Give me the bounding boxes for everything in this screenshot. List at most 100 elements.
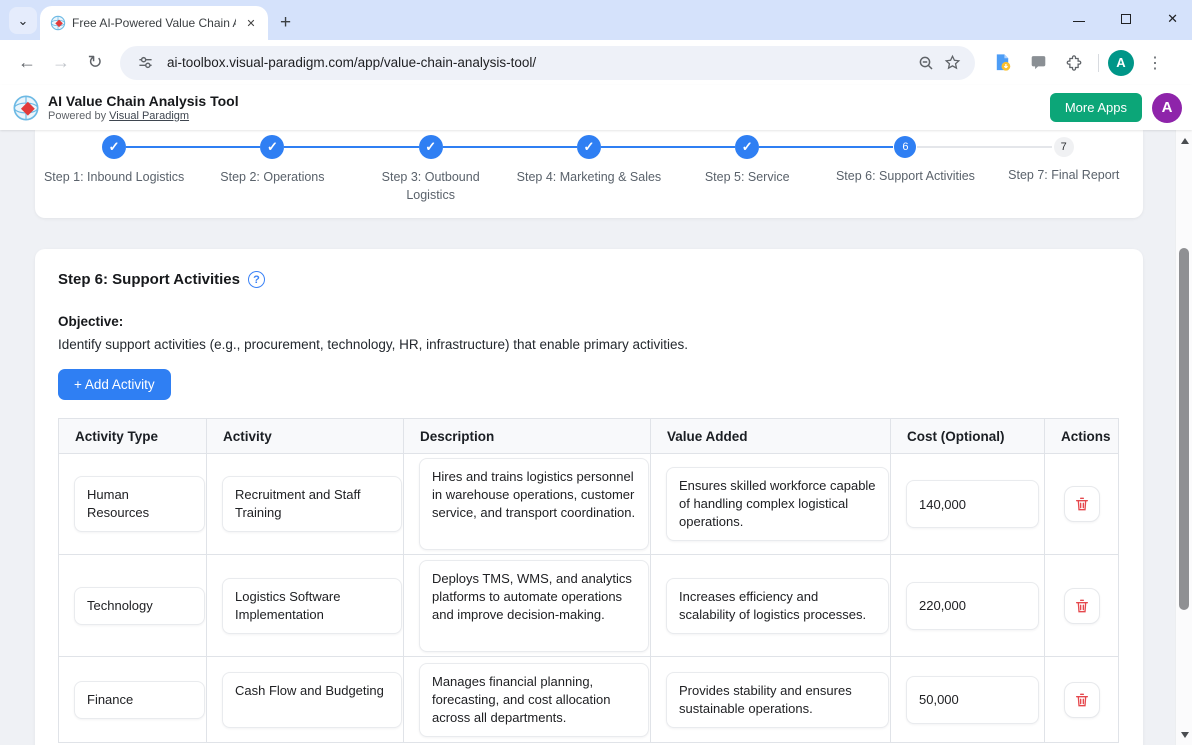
objective-label: Objective: bbox=[58, 314, 1120, 329]
step-label: Step 7: Final Report bbox=[1008, 167, 1119, 185]
more-apps-button[interactable]: More Apps bbox=[1050, 93, 1142, 122]
tab-strip: ⌄ Free AI-Powered Value Chain An ✕ + ✕ bbox=[0, 0, 1192, 40]
step-label: Step 3: Outbound Logistics bbox=[375, 169, 487, 204]
step-label: Step 5: Service bbox=[705, 169, 790, 187]
cost-input[interactable] bbox=[906, 582, 1039, 630]
page-title: AI Value Chain Analysis Tool bbox=[48, 93, 239, 109]
address-bar[interactable]: ai-toolbox.visual-paradigm.com/app/value… bbox=[120, 46, 975, 80]
forward-icon: → bbox=[44, 46, 78, 80]
step-label: Step 6: Support Activities bbox=[836, 168, 975, 186]
column-header-description: Description bbox=[404, 419, 651, 454]
app-header: AI Value Chain Analysis Tool Powered by … bbox=[0, 85, 1192, 130]
activity-input[interactable]: Cash Flow and Budgeting bbox=[222, 672, 402, 728]
activity-input[interactable]: Logistics Software Implementation bbox=[222, 578, 402, 634]
extensions-puzzle-icon[interactable] bbox=[1059, 48, 1089, 78]
table-header-row: Activity Type Activity Description Value… bbox=[59, 419, 1119, 454]
scrollbar-thumb[interactable] bbox=[1179, 248, 1189, 610]
step-label: Step 4: Marketing & Sales bbox=[517, 169, 662, 187]
section-heading: Step 6: Support Activities bbox=[58, 271, 240, 288]
tab-close-icon[interactable]: ✕ bbox=[242, 14, 260, 32]
description-input[interactable]: Manages financial planning, forecasting,… bbox=[419, 663, 649, 737]
step-6-card: Step 6: Support Activities ? Objective: … bbox=[35, 249, 1143, 745]
powered-by: Powered by Visual Paradigm bbox=[48, 110, 239, 122]
check-icon: ✓ bbox=[260, 135, 284, 159]
trash-icon bbox=[1074, 496, 1090, 512]
stepper-step-5[interactable]: ✓ Step 5: Service bbox=[668, 133, 826, 204]
activity-input[interactable]: Recruitment and Staff Training bbox=[222, 476, 402, 532]
activities-table: Activity Type Activity Description Value… bbox=[58, 418, 1119, 743]
user-avatar[interactable]: A bbox=[1152, 93, 1182, 123]
value-added-input[interactable]: Increases efficiency and scalability of … bbox=[666, 578, 889, 634]
add-activity-button[interactable]: + Add Activity bbox=[58, 369, 171, 400]
translate-download-extension-icon[interactable] bbox=[987, 48, 1017, 78]
value-added-input[interactable]: Ensures skilled workforce capable of han… bbox=[666, 467, 889, 541]
window-minimize-icon[interactable] bbox=[1073, 21, 1085, 22]
cost-input[interactable] bbox=[906, 676, 1039, 724]
toolbar-extensions-area: A ⋮ bbox=[987, 48, 1170, 78]
check-icon: ✓ bbox=[577, 135, 601, 159]
stepper-step-6-current[interactable]: 6 Step 6: Support Activities bbox=[826, 133, 984, 204]
step-label: Step 1: Inbound Logistics bbox=[44, 169, 184, 187]
delete-row-button[interactable] bbox=[1064, 588, 1100, 624]
comment-extension-icon[interactable] bbox=[1023, 48, 1053, 78]
help-icon[interactable]: ? bbox=[248, 271, 265, 288]
value-added-input[interactable]: Provides stability and ensures sustainab… bbox=[666, 672, 889, 728]
new-tab-button[interactable]: + bbox=[280, 12, 291, 34]
scroll-up-icon[interactable] bbox=[1176, 132, 1192, 149]
column-header-value-added: Value Added bbox=[651, 419, 891, 454]
activity-type-input[interactable]: Finance bbox=[74, 681, 205, 719]
toolbar-divider bbox=[1098, 54, 1099, 72]
activity-type-input[interactable]: Technology bbox=[74, 587, 205, 625]
table-row: Human Resources Recruitment and Staff Tr… bbox=[59, 454, 1119, 555]
trash-icon bbox=[1074, 598, 1090, 614]
delete-row-button[interactable] bbox=[1064, 682, 1100, 718]
window-controls: ✕ bbox=[1073, 12, 1178, 25]
visual-paradigm-favicon bbox=[50, 15, 66, 31]
back-icon[interactable]: ← bbox=[10, 46, 44, 80]
column-header-cost: Cost (Optional) bbox=[891, 419, 1045, 454]
stepper-step-7[interactable]: 7 Step 7: Final Report bbox=[985, 133, 1143, 204]
column-header-activity-type: Activity Type bbox=[59, 419, 207, 454]
scroll-down-icon[interactable] bbox=[1176, 726, 1192, 743]
step-label: Step 2: Operations bbox=[220, 169, 324, 187]
stepper-step-1[interactable]: ✓ Step 1: Inbound Logistics bbox=[35, 133, 193, 204]
objective-text: Identify support activities (e.g., procu… bbox=[58, 337, 1120, 352]
zoom-out-icon[interactable] bbox=[913, 50, 939, 76]
table-row: Technology Logistics Software Implementa… bbox=[59, 555, 1119, 657]
check-icon: ✓ bbox=[102, 135, 126, 159]
site-settings-icon[interactable] bbox=[132, 50, 158, 76]
stepper-card: ✓ Step 1: Inbound Logistics ✓ Step 2: Op… bbox=[35, 130, 1143, 218]
browser-menu-icon[interactable]: ⋮ bbox=[1140, 48, 1170, 78]
visual-paradigm-logo bbox=[12, 94, 40, 122]
column-header-actions: Actions bbox=[1045, 419, 1119, 454]
bookmark-star-icon[interactable] bbox=[939, 50, 965, 76]
tab-search-button[interactable]: ⌄ bbox=[9, 7, 37, 34]
check-icon: ✓ bbox=[419, 135, 443, 159]
stepper-step-4[interactable]: ✓ Step 4: Marketing & Sales bbox=[510, 133, 668, 204]
tab-title: Free AI-Powered Value Chain An bbox=[72, 16, 236, 30]
check-icon: ✓ bbox=[735, 135, 759, 159]
description-input[interactable]: Hires and trains logistics personnel in … bbox=[419, 458, 649, 550]
page-body: ✓ Step 1: Inbound Logistics ✓ Step 2: Op… bbox=[0, 130, 1192, 745]
activity-type-input[interactable]: Human Resources bbox=[74, 476, 205, 532]
table-row: Finance Cash Flow and Budgeting Manages … bbox=[59, 657, 1119, 743]
window-close-icon[interactable]: ✕ bbox=[1167, 12, 1178, 25]
step-number: 7 bbox=[1054, 137, 1074, 157]
chrome-profile-avatar[interactable]: A bbox=[1108, 50, 1134, 76]
trash-icon bbox=[1074, 692, 1090, 708]
page-scrollbar[interactable] bbox=[1175, 130, 1192, 745]
delete-row-button[interactable] bbox=[1064, 486, 1100, 522]
stepper: ✓ Step 1: Inbound Logistics ✓ Step 2: Op… bbox=[35, 133, 1143, 204]
reload-icon[interactable]: ↻ bbox=[78, 46, 112, 80]
browser-tab[interactable]: Free AI-Powered Value Chain An ✕ bbox=[40, 6, 268, 40]
chevron-down-icon: ⌄ bbox=[18, 13, 29, 29]
window-maximize-icon[interactable] bbox=[1121, 14, 1131, 24]
url-text[interactable]: ai-toolbox.visual-paradigm.com/app/value… bbox=[167, 55, 913, 70]
description-input[interactable]: Deploys TMS, WMS, and analytics platform… bbox=[419, 560, 649, 652]
browser-toolbar: ← → ↻ ai-toolbox.visual-paradigm.com/app… bbox=[0, 40, 1192, 85]
stepper-step-3[interactable]: ✓ Step 3: Outbound Logistics bbox=[352, 133, 510, 204]
cost-input[interactable] bbox=[906, 480, 1039, 528]
stepper-step-2[interactable]: ✓ Step 2: Operations bbox=[193, 133, 351, 204]
visual-paradigm-link[interactable]: Visual Paradigm bbox=[109, 110, 189, 122]
step-number: 6 bbox=[894, 136, 916, 158]
